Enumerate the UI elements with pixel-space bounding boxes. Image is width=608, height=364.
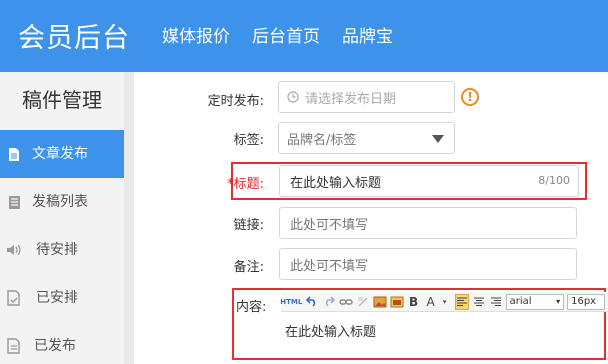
sidebar-item-submission-list[interactable]: 发稿列表 bbox=[0, 178, 124, 226]
content-label: 内容: bbox=[236, 300, 267, 315]
sidebar: 稿件管理 文章发布 发稿列表 待安排 已安排 已发布 bbox=[0, 72, 124, 364]
tags-select[interactable]: 品牌名/标签 bbox=[278, 122, 455, 154]
title-label: *标题: bbox=[227, 177, 264, 192]
font-color-button[interactable]: A bbox=[424, 294, 438, 310]
title-input[interactable]: 在此处输入标题 8/100 bbox=[279, 165, 579, 197]
sidebar-item-label: 已发布 bbox=[34, 338, 76, 354]
sidebar-item-arranged[interactable]: 已安排 bbox=[0, 274, 124, 322]
link-input[interactable]: 此处可不填写 bbox=[279, 207, 577, 239]
link-icon[interactable] bbox=[338, 294, 353, 310]
sidebar-item-label: 待安排 bbox=[36, 242, 78, 258]
schedule-date-picker[interactable]: 请选择发布日期 bbox=[278, 81, 455, 113]
caret-down-icon bbox=[432, 135, 444, 143]
info-icon[interactable]: ! bbox=[461, 88, 479, 106]
font-size-select[interactable]: 16px bbox=[567, 293, 605, 310]
nav-brand-treasure[interactable]: 品牌宝 bbox=[342, 22, 393, 47]
clock-icon bbox=[287, 91, 299, 103]
schedule-placeholder: 请选择发布日期 bbox=[305, 91, 397, 107]
list-icon bbox=[6, 193, 22, 211]
nav-media-pricing[interactable]: 媒体报价 bbox=[162, 22, 230, 47]
link-placeholder: 此处可不填写 bbox=[290, 217, 369, 233]
schedule-label: 定时发布: bbox=[207, 94, 264, 109]
font-family-select[interactable]: arial ▾ bbox=[505, 293, 565, 310]
redo-icon[interactable] bbox=[322, 294, 336, 310]
link-label: 链接: bbox=[233, 218, 264, 233]
tags-label: 标签: bbox=[233, 133, 264, 148]
bold-button[interactable]: B bbox=[407, 294, 421, 310]
title-char-counter: 8/100 bbox=[538, 174, 570, 187]
sidebar-item-published[interactable]: 已发布 bbox=[0, 322, 124, 364]
gallery-icon[interactable] bbox=[390, 294, 404, 310]
nav-dashboard-home[interactable]: 后台首页 bbox=[252, 22, 320, 47]
sidebar-item-article-publish[interactable]: 文章发布 bbox=[0, 130, 124, 178]
sidebar-item-label: 已安排 bbox=[36, 290, 78, 306]
undo-icon[interactable] bbox=[305, 294, 319, 310]
top-nav: 媒体报价 后台首页 品牌宝 bbox=[162, 22, 393, 47]
image-icon[interactable] bbox=[373, 294, 387, 310]
sidebar-item-label: 发稿列表 bbox=[32, 194, 88, 210]
font-color-dropdown-icon[interactable]: ▾ bbox=[438, 294, 452, 310]
title-value: 在此处输入标题 bbox=[290, 175, 382, 191]
published-doc-icon bbox=[6, 337, 22, 355]
align-right-icon[interactable] bbox=[489, 294, 503, 310]
align-center-icon[interactable] bbox=[472, 294, 486, 310]
document-icon bbox=[6, 145, 22, 163]
editor-toolbar: HTML B A ▾ arial ▾ 16px bbox=[280, 292, 608, 312]
sidebar-item-pending[interactable]: 待安排 bbox=[0, 226, 124, 274]
speaker-icon bbox=[6, 241, 22, 259]
checked-doc-icon bbox=[6, 289, 22, 307]
sidebar-title: 稿件管理 bbox=[22, 88, 102, 112]
note-placeholder: 此处可不填写 bbox=[290, 258, 369, 274]
sidebar-item-label: 文章发布 bbox=[32, 146, 88, 162]
tags-placeholder: 品牌名/标签 bbox=[287, 132, 357, 148]
html-source-button[interactable]: HTML bbox=[280, 294, 302, 310]
align-left-icon[interactable] bbox=[454, 293, 469, 310]
unlink-icon[interactable] bbox=[356, 294, 370, 310]
editor-body-text[interactable]: 在此处输入标题 bbox=[285, 321, 376, 340]
top-header: 会员后台 媒体报价 后台首页 品牌宝 bbox=[0, 0, 608, 72]
note-label: 备注: bbox=[233, 260, 264, 275]
note-input[interactable]: 此处可不填写 bbox=[279, 248, 577, 280]
sidebar-scrollbar[interactable] bbox=[124, 72, 134, 364]
app-title: 会员后台 bbox=[18, 23, 130, 54]
